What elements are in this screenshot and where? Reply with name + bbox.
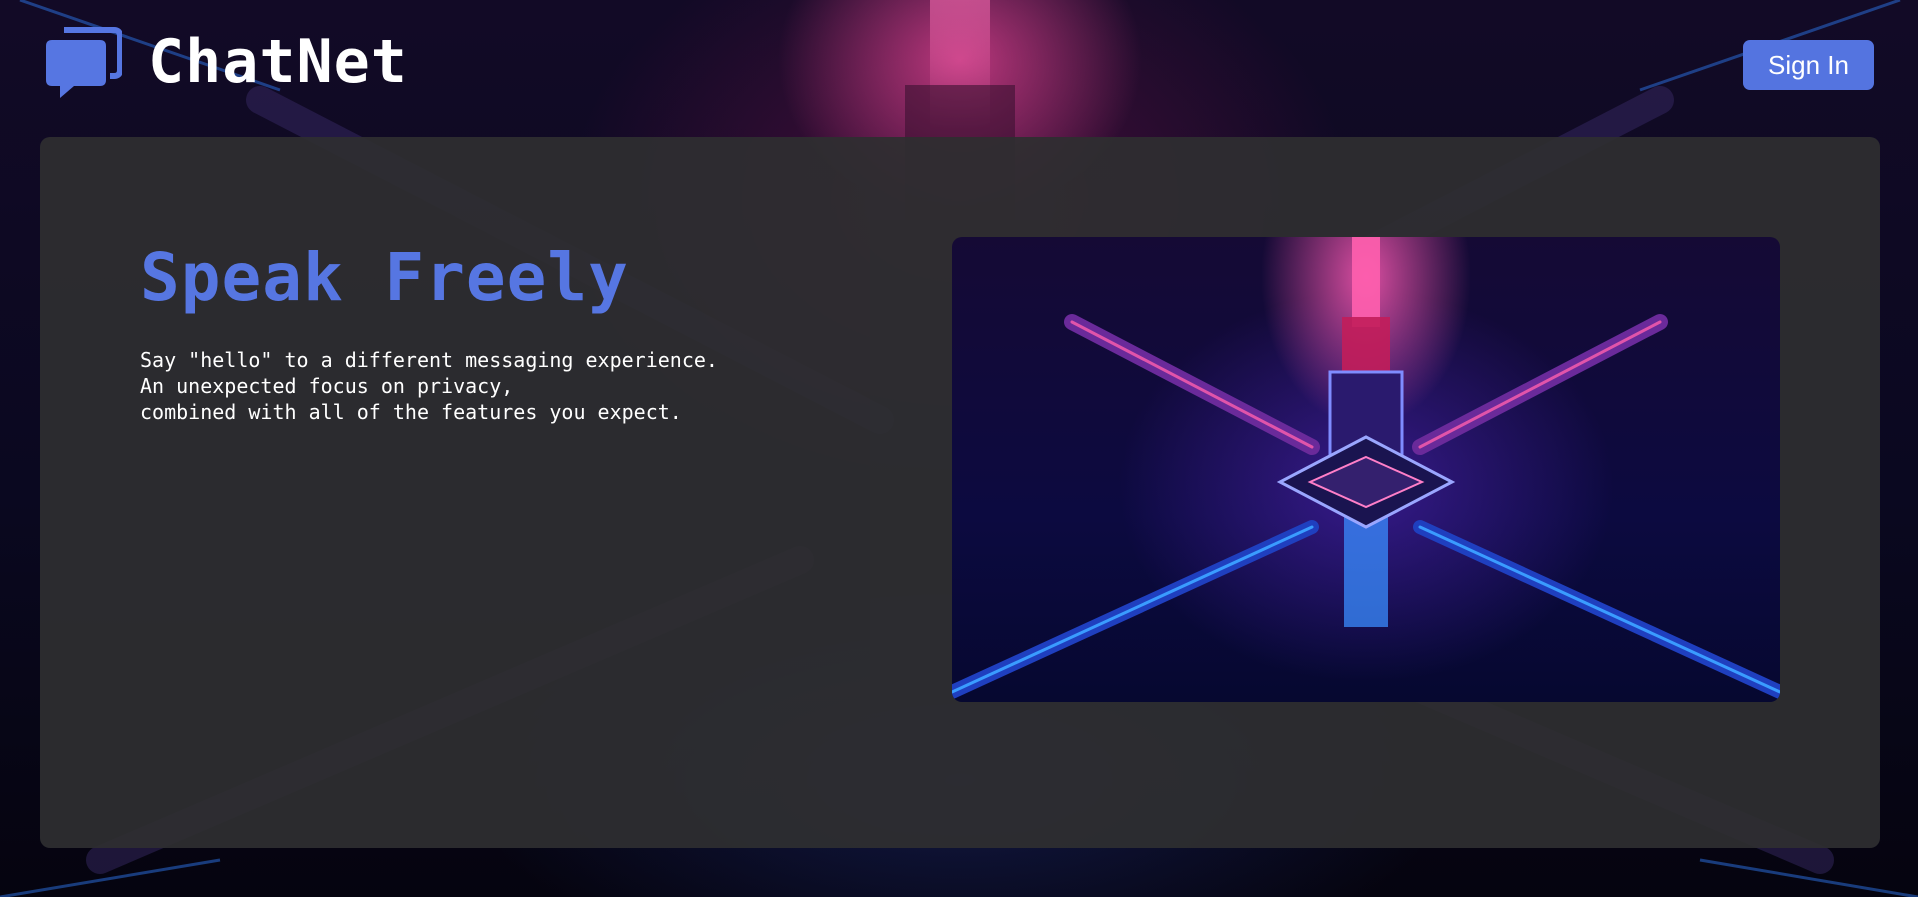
hero-title: Speak Freely: [140, 239, 629, 316]
sign-in-button[interactable]: Sign In: [1743, 40, 1874, 90]
hero-line-2: An unexpected focus on privacy,: [140, 374, 514, 398]
hero-description: Say "hello" to a different messaging exp…: [140, 347, 718, 425]
logo-link[interactable]: ChatNet: [44, 24, 408, 100]
brand-name: ChatNet: [148, 27, 408, 97]
hero-panel: Speak Freely Say "hello" to a different …: [40, 137, 1880, 848]
top-bar: ChatNet Sign In: [0, 0, 1918, 130]
chat-bubbles-icon: [46, 27, 122, 98]
hero-line-3: combined with all of the features you ex…: [140, 400, 682, 424]
hero-image: [952, 237, 1780, 702]
hero-line-1: Say "hello" to a different messaging exp…: [140, 348, 718, 372]
